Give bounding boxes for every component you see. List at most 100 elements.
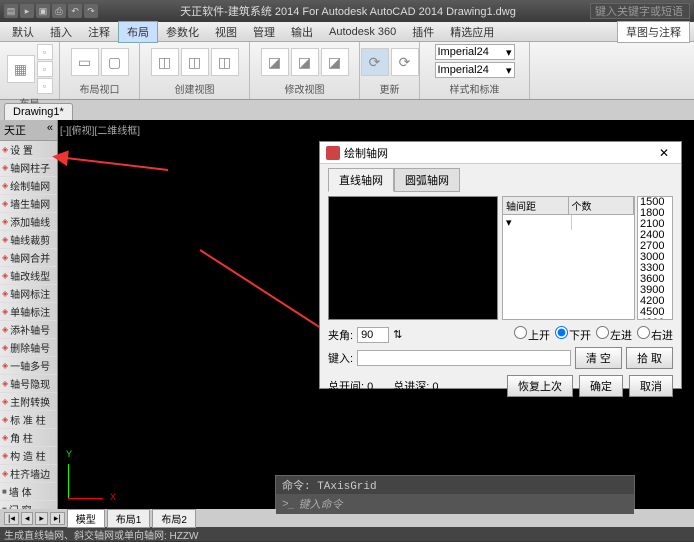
- ribbon-icon[interactable]: ◪: [261, 48, 289, 76]
- tab-arc[interactable]: 圆弧轴网: [394, 168, 460, 192]
- restore-button[interactable]: 恢复上次: [507, 375, 573, 397]
- qat-icon[interactable]: ▤: [4, 4, 18, 18]
- sidebar-item[interactable]: 轴网合并: [0, 249, 57, 267]
- nav-next-icon[interactable]: ▸: [35, 512, 48, 525]
- combo-cell[interactable]: ▾: [503, 215, 572, 230]
- quick-access-toolbar: ▤ ▸ ▣ ⎙ ↶ ↷: [4, 4, 98, 18]
- radio-option[interactable]: 左进: [595, 326, 632, 343]
- ribbon-icon[interactable]: ⟳: [391, 48, 419, 76]
- nav-last-icon[interactable]: ▸|: [50, 512, 65, 525]
- menu-item-active[interactable]: 布局: [118, 21, 158, 43]
- clear-button[interactable]: 清 空: [575, 347, 622, 369]
- menu-item[interactable]: 注释: [80, 22, 118, 42]
- spacing-input[interactable]: [357, 350, 571, 366]
- preset-value[interactable]: 4800: [638, 318, 672, 320]
- sidebar-item[interactable]: 一轴多号: [0, 357, 57, 375]
- dialog-titlebar[interactable]: 绘制轴网 ✕: [320, 142, 681, 164]
- ribbon-icon[interactable]: ◪: [291, 48, 319, 76]
- dialog-footer: 总开间: 0 总进深: 0 恢复上次 确定 取消: [320, 371, 681, 401]
- sidebar-item[interactable]: 绘制轴网: [0, 177, 57, 195]
- sidebar-item[interactable]: 角 柱: [0, 429, 57, 447]
- ribbon-icon[interactable]: ▫: [37, 78, 53, 94]
- sidebar-item[interactable]: 添补轴号: [0, 321, 57, 339]
- menu-item[interactable]: 输出: [283, 22, 321, 42]
- input-label: 键入:: [328, 350, 353, 366]
- sidebar-item[interactable]: 轴改线型: [0, 267, 57, 285]
- qat-icon[interactable]: ↶: [68, 4, 82, 18]
- ribbon-icon[interactable]: ⟳: [361, 48, 389, 76]
- spinner-icon[interactable]: ⇅: [393, 328, 402, 341]
- nav-prev-icon[interactable]: ◂: [21, 512, 34, 525]
- ribbon-icon[interactable]: ▦: [7, 55, 35, 83]
- sidebar-item[interactable]: 单轴标注: [0, 303, 57, 321]
- ribbon-icon[interactable]: ◫: [151, 48, 179, 76]
- qat-icon[interactable]: ⎙: [52, 4, 66, 18]
- ribbon-icon[interactable]: ◫: [211, 48, 239, 76]
- close-button[interactable]: ✕: [653, 146, 675, 160]
- sidebar-item[interactable]: 轴网柱子: [0, 159, 57, 177]
- menu-item[interactable]: 管理: [245, 22, 283, 42]
- sidebar-item[interactable]: 门 窗: [0, 501, 57, 509]
- qat-icon[interactable]: ▣: [36, 4, 50, 18]
- menu-item[interactable]: 精选应用: [442, 22, 502, 42]
- sidebar-item[interactable]: 轴网标注: [0, 285, 57, 303]
- menu-item[interactable]: 参数化: [158, 22, 207, 42]
- ribbon-icon[interactable]: ◫: [181, 48, 209, 76]
- menu-item[interactable]: Autodesk 360: [321, 24, 404, 40]
- model-tab[interactable]: 模型: [67, 509, 105, 528]
- pick-button[interactable]: 拾 取: [626, 347, 673, 369]
- style-combo[interactable]: Imperial24▾: [435, 44, 515, 60]
- radio-option[interactable]: 下开: [554, 326, 591, 343]
- menu-item[interactable]: 插件: [404, 22, 442, 42]
- document-tab[interactable]: Drawing1*: [4, 103, 73, 120]
- radio-option[interactable]: 右进: [636, 326, 673, 343]
- sidebar-item[interactable]: 添加轴线: [0, 213, 57, 231]
- sidebar-item[interactable]: 删除轴号: [0, 339, 57, 357]
- ribbon-icon[interactable]: ▫: [37, 61, 53, 77]
- ribbon-group: ⟳⟳ 更新: [360, 42, 420, 99]
- sidebar-item[interactable]: 主附转换: [0, 393, 57, 411]
- sidebar-item[interactable]: 构 造 柱: [0, 447, 57, 465]
- sidebar-item[interactable]: 轴号隐现: [0, 375, 57, 393]
- sidebar-item[interactable]: 轴线裁剪: [0, 231, 57, 249]
- ribbon-icon[interactable]: ▭: [71, 48, 99, 76]
- collapse-icon[interactable]: «: [47, 122, 53, 138]
- tab-linear[interactable]: 直线轴网: [328, 168, 394, 192]
- status-bar: 生成直线轴网、斜交轴网或单向轴网: HZZW: [0, 527, 694, 541]
- layout-tab[interactable]: 布局2: [152, 509, 196, 528]
- preview-pane: [328, 196, 498, 320]
- ok-button[interactable]: 确定: [579, 375, 623, 397]
- command-line[interactable]: 命令: TAxisGrid >_键入命令: [275, 475, 635, 509]
- sidebar-item[interactable]: 柱齐墙边: [0, 465, 57, 483]
- ribbon-icon[interactable]: ◪: [321, 48, 349, 76]
- cancel-button[interactable]: 取消: [629, 375, 673, 397]
- qat-icon[interactable]: ↷: [84, 4, 98, 18]
- document-tabs: Drawing1*: [0, 100, 694, 120]
- help-search[interactable]: 键入关键字或短语: [590, 3, 690, 19]
- workspace-label[interactable]: 草图与注释: [617, 21, 690, 43]
- col-header: 轴间距: [503, 197, 569, 214]
- ribbon: ▦▫▫▫ 布局 ▭▢ 布局视口 ◫◫◫ 创建视图 ◪◪◪ 修改视图 ⟳⟳ 更新 …: [0, 42, 694, 100]
- spacing-table[interactable]: 轴间距个数 ▾: [502, 196, 635, 320]
- menu-item[interactable]: 视图: [207, 22, 245, 42]
- app-icon: [326, 146, 340, 160]
- style-combo[interactable]: Imperial24▾: [435, 62, 515, 78]
- menu-item[interactable]: 插入: [42, 22, 80, 42]
- sidebar-item[interactable]: 墙生轴网: [0, 195, 57, 213]
- angle-input[interactable]: [357, 327, 389, 343]
- sidebar-item[interactable]: 设 置: [0, 141, 57, 159]
- qat-icon[interactable]: ▸: [20, 4, 34, 18]
- ribbon-group-label: 创建视图: [175, 80, 215, 97]
- viewport-label[interactable]: [-][俯视][二维线框]: [60, 122, 140, 137]
- axis-grid-dialog: 绘制轴网 ✕ 直线轴网 圆弧轴网 轴间距个数 ▾ 150018002100240…: [319, 141, 682, 389]
- nav-first-icon[interactable]: |◂: [4, 512, 19, 525]
- ribbon-icon[interactable]: ▫: [37, 44, 53, 60]
- layout-tab[interactable]: 布局1: [107, 509, 151, 528]
- palette-header[interactable]: 天正«: [0, 120, 57, 141]
- preset-list[interactable]: 1500180021002400270030003300360039004200…: [637, 196, 673, 320]
- sidebar-item[interactable]: 墙 体: [0, 483, 57, 501]
- sidebar-item[interactable]: 标 准 柱: [0, 411, 57, 429]
- menu-item[interactable]: 默认: [4, 22, 42, 42]
- radio-option[interactable]: 上开: [513, 326, 550, 343]
- ribbon-icon[interactable]: ▢: [101, 48, 129, 76]
